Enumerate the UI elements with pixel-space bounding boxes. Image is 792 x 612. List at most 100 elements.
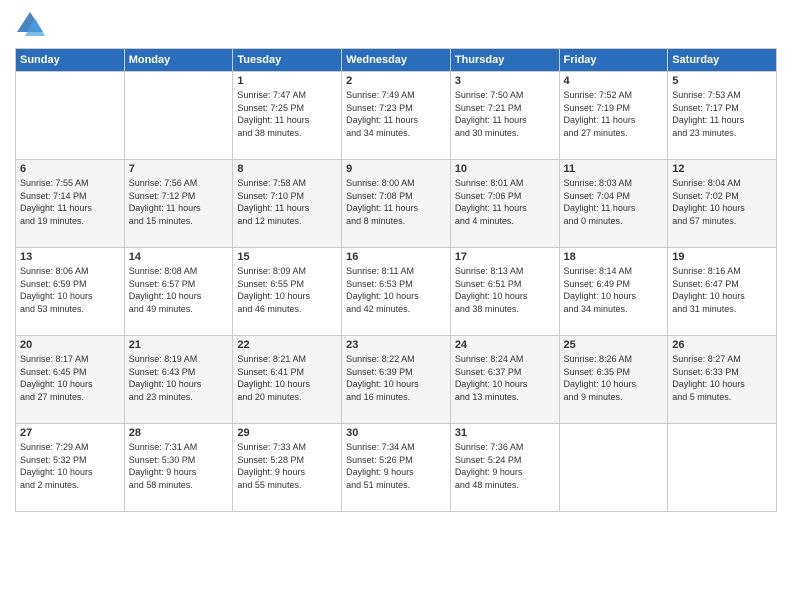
calendar-cell: 10Sunrise: 8:01 AM Sunset: 7:06 PM Dayli… — [450, 160, 559, 248]
calendar-cell: 3 Sunrise: 7:50 AM Sunset: 7:21 PM Daylig… — [450, 72, 559, 160]
day-number: 8 — [237, 163, 337, 175]
day-info: Sunrise: 7:50 AM Sunset: 7:21 PM Dayligh… — [455, 89, 555, 139]
calendar-cell: 8 Sunrise: 7:58 AM Sunset: 7:10 PM Daylig… — [233, 160, 342, 248]
calendar-cell: 29 Sunrise: 7:33 AM Sunset: 5:28 PM Dayli… — [233, 424, 342, 512]
calendar-day-header: Sunday — [16, 49, 125, 72]
day-number: 28 — [129, 427, 229, 439]
calendar-cell: 12 Sunrise: 8:04 AM Sunset: 7:02 PM Dayli… — [668, 160, 777, 248]
day-number: 3 — [455, 75, 555, 87]
day-number: 2 — [346, 75, 446, 87]
calendar-cell: 14Sunrise: 8:08 AM Sunset: 6:57 PM Dayli… — [124, 248, 233, 336]
day-number: 26 — [672, 339, 772, 351]
calendar-cell: 24Sunrise: 8:24 AM Sunset: 6:37 PM Dayli… — [450, 336, 559, 424]
day-info: Sunrise: 8:03 AM Sunset: 7:04 PM Dayligh… — [564, 177, 664, 227]
day-info: Sunrise: 7:47 AM Sunset: 7:25 PM Dayligh… — [237, 89, 337, 139]
day-info: Sunrise: 7:55 AM Sunset: 7:14 PM Dayligh… — [20, 177, 120, 227]
calendar-cell: 27 Sunrise: 7:29 AM Sunset: 5:32 PM Dayli… — [16, 424, 125, 512]
calendar-cell — [559, 424, 668, 512]
day-info: Sunrise: 8:13 AM Sunset: 6:51 PM Dayligh… — [455, 265, 555, 315]
calendar-day-header: Saturday — [668, 49, 777, 72]
calendar-day-header: Friday — [559, 49, 668, 72]
calendar-cell: 22Sunrise: 8:21 AM Sunset: 6:41 PM Dayli… — [233, 336, 342, 424]
calendar-cell: 1 Sunrise: 7:47 AM Sunset: 7:25 PM Daylig… — [233, 72, 342, 160]
calendar-cell: 13Sunrise: 8:06 AM Sunset: 6:59 PM Dayli… — [16, 248, 125, 336]
day-info: Sunrise: 7:34 AM Sunset: 5:26 PM Dayligh… — [346, 441, 446, 491]
day-info: Sunrise: 8:14 AM Sunset: 6:49 PM Dayligh… — [564, 265, 664, 315]
calendar-cell: 15Sunrise: 8:09 AM Sunset: 6:55 PM Dayli… — [233, 248, 342, 336]
logo — [15, 10, 47, 40]
calendar-cell: 4Sunrise: 7:52 AM Sunset: 7:19 PM Daylig… — [559, 72, 668, 160]
calendar-cell: 7 Sunrise: 7:56 AM Sunset: 7:12 PM Daylig… — [124, 160, 233, 248]
day-info: Sunrise: 8:27 AM Sunset: 6:33 PM Dayligh… — [672, 353, 772, 403]
header — [15, 10, 777, 40]
day-number: 16 — [346, 251, 446, 263]
calendar-cell: 9 Sunrise: 8:00 AM Sunset: 7:08 PM Daylig… — [342, 160, 451, 248]
calendar-cell: 28 Sunrise: 7:31 AM Sunset: 5:30 PM Dayli… — [124, 424, 233, 512]
calendar-cell: 31 Sunrise: 7:36 AM Sunset: 5:24 PM Dayli… — [450, 424, 559, 512]
calendar-day-header: Tuesday — [233, 49, 342, 72]
day-info: Sunrise: 8:26 AM Sunset: 6:35 PM Dayligh… — [564, 353, 664, 403]
calendar-week-row: 27 Sunrise: 7:29 AM Sunset: 5:32 PM Dayli… — [16, 424, 777, 512]
calendar-cell: 18 Sunrise: 8:14 AM Sunset: 6:49 PM Dayli… — [559, 248, 668, 336]
day-number: 27 — [20, 427, 120, 439]
day-number: 24 — [455, 339, 555, 351]
calendar-week-row: 1 Sunrise: 7:47 AM Sunset: 7:25 PM Daylig… — [16, 72, 777, 160]
day-number: 21 — [129, 339, 229, 351]
day-number: 29 — [237, 427, 337, 439]
day-number: 23 — [346, 339, 446, 351]
day-info: Sunrise: 8:19 AM Sunset: 6:43 PM Dayligh… — [129, 353, 229, 403]
calendar-cell: 5 Sunrise: 7:53 AM Sunset: 7:17 PM Daylig… — [668, 72, 777, 160]
day-info: Sunrise: 7:33 AM Sunset: 5:28 PM Dayligh… — [237, 441, 337, 491]
day-info: Sunrise: 8:21 AM Sunset: 6:41 PM Dayligh… — [237, 353, 337, 403]
logo-icon — [15, 10, 45, 40]
day-info: Sunrise: 7:49 AM Sunset: 7:23 PM Dayligh… — [346, 89, 446, 139]
calendar-cell — [124, 72, 233, 160]
calendar-week-row: 13Sunrise: 8:06 AM Sunset: 6:59 PM Dayli… — [16, 248, 777, 336]
day-number: 12 — [672, 163, 772, 175]
day-info: Sunrise: 8:22 AM Sunset: 6:39 PM Dayligh… — [346, 353, 446, 403]
day-info: Sunrise: 7:53 AM Sunset: 7:17 PM Dayligh… — [672, 89, 772, 139]
calendar-cell — [668, 424, 777, 512]
day-number: 1 — [237, 75, 337, 87]
day-info: Sunrise: 8:09 AM Sunset: 6:55 PM Dayligh… — [237, 265, 337, 315]
day-number: 31 — [455, 427, 555, 439]
calendar-cell: 26 Sunrise: 8:27 AM Sunset: 6:33 PM Dayli… — [668, 336, 777, 424]
day-info: Sunrise: 7:36 AM Sunset: 5:24 PM Dayligh… — [455, 441, 555, 491]
calendar-cell: 11 Sunrise: 8:03 AM Sunset: 7:04 PM Dayli… — [559, 160, 668, 248]
day-number: 13 — [20, 251, 120, 263]
day-number: 10 — [455, 163, 555, 175]
day-info: Sunrise: 8:04 AM Sunset: 7:02 PM Dayligh… — [672, 177, 772, 227]
calendar-week-row: 20Sunrise: 8:17 AM Sunset: 6:45 PM Dayli… — [16, 336, 777, 424]
calendar-cell: 2 Sunrise: 7:49 AM Sunset: 7:23 PM Daylig… — [342, 72, 451, 160]
calendar-cell: 19Sunrise: 8:16 AM Sunset: 6:47 PM Dayli… — [668, 248, 777, 336]
page: SundayMondayTuesdayWednesdayThursdayFrid… — [0, 0, 792, 612]
calendar-day-header: Thursday — [450, 49, 559, 72]
day-number: 9 — [346, 163, 446, 175]
calendar-header-row: SundayMondayTuesdayWednesdayThursdayFrid… — [16, 49, 777, 72]
day-info: Sunrise: 8:11 AM Sunset: 6:53 PM Dayligh… — [346, 265, 446, 315]
day-info: Sunrise: 7:29 AM Sunset: 5:32 PM Dayligh… — [20, 441, 120, 491]
calendar-cell: 25 Sunrise: 8:26 AM Sunset: 6:35 PM Dayli… — [559, 336, 668, 424]
calendar-cell: 6 Sunrise: 7:55 AM Sunset: 7:14 PM Daylig… — [16, 160, 125, 248]
day-number: 18 — [564, 251, 664, 263]
day-number: 20 — [20, 339, 120, 351]
day-number: 19 — [672, 251, 772, 263]
day-info: Sunrise: 7:52 AM Sunset: 7:19 PM Dayligh… — [564, 89, 664, 139]
calendar-day-header: Wednesday — [342, 49, 451, 72]
day-number: 11 — [564, 163, 664, 175]
day-number: 17 — [455, 251, 555, 263]
day-number: 5 — [672, 75, 772, 87]
calendar-cell: 17 Sunrise: 8:13 AM Sunset: 6:51 PM Dayli… — [450, 248, 559, 336]
calendar-cell: 20Sunrise: 8:17 AM Sunset: 6:45 PM Dayli… — [16, 336, 125, 424]
day-info: Sunrise: 7:31 AM Sunset: 5:30 PM Dayligh… — [129, 441, 229, 491]
day-info: Sunrise: 8:00 AM Sunset: 7:08 PM Dayligh… — [346, 177, 446, 227]
calendar-cell — [16, 72, 125, 160]
day-number: 7 — [129, 163, 229, 175]
day-number: 30 — [346, 427, 446, 439]
calendar-day-header: Monday — [124, 49, 233, 72]
day-number: 25 — [564, 339, 664, 351]
calendar-week-row: 6 Sunrise: 7:55 AM Sunset: 7:14 PM Daylig… — [16, 160, 777, 248]
day-number: 6 — [20, 163, 120, 175]
day-info: Sunrise: 7:58 AM Sunset: 7:10 PM Dayligh… — [237, 177, 337, 227]
day-info: Sunrise: 7:56 AM Sunset: 7:12 PM Dayligh… — [129, 177, 229, 227]
